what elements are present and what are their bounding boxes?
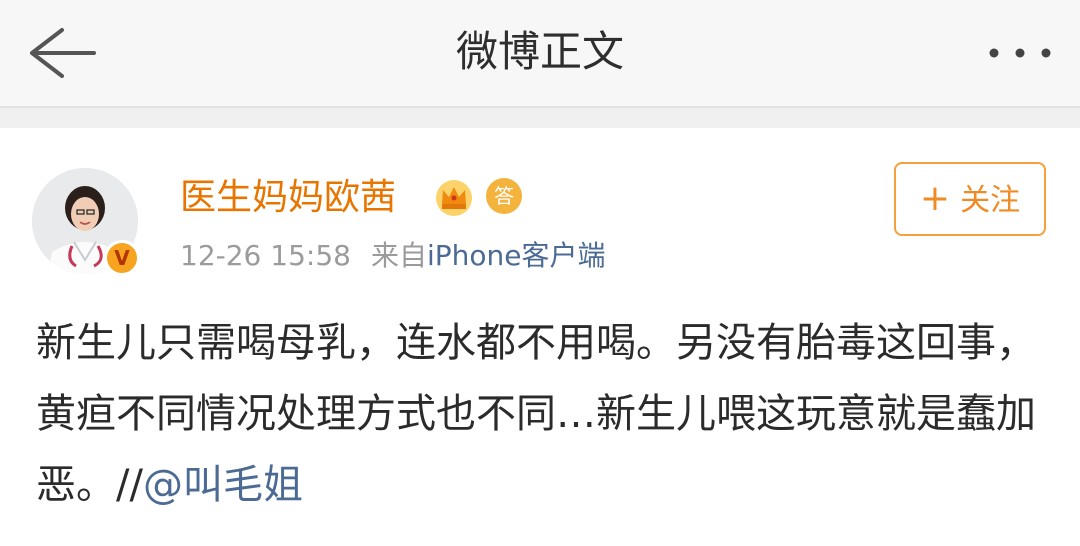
more-dots-icon[interactable] (980, 36, 1060, 70)
page-title: 微博正文 (455, 27, 624, 76)
crown-icon (436, 180, 472, 216)
plus-icon: + (919, 178, 951, 219)
weibo-post-card: V 医生妈妈欧茜 答 12-26 15:58 来自iPhone客户端 + 关注 新生… (0, 128, 1080, 546)
verified-badge: V (104, 240, 140, 276)
post-content: 新生儿只需喝母乳，连水都不用喝。另没有胎毒这回事，黄疸不同情况处理方式也不同…新… (36, 308, 1046, 521)
nav-bar: 微博正文 (0, 0, 1080, 108)
section-gap (0, 108, 1080, 128)
mention-link[interactable]: @叫毛姐 (143, 462, 303, 508)
follow-label: 关注 (960, 183, 1021, 218)
post-time: 12-26 15:58 (180, 239, 351, 272)
answer-badge-icon: 答 (486, 178, 522, 214)
source-device-link[interactable]: iPhone客户端 (427, 239, 606, 272)
source-prefix: 来自 (370, 239, 427, 272)
post-meta: 12-26 15:58 来自iPhone客户端 (180, 238, 605, 274)
author-name[interactable]: 医生妈妈欧茜 (180, 176, 396, 220)
back-arrow-icon[interactable] (22, 24, 100, 82)
follow-button[interactable]: + 关注 (894, 162, 1046, 236)
